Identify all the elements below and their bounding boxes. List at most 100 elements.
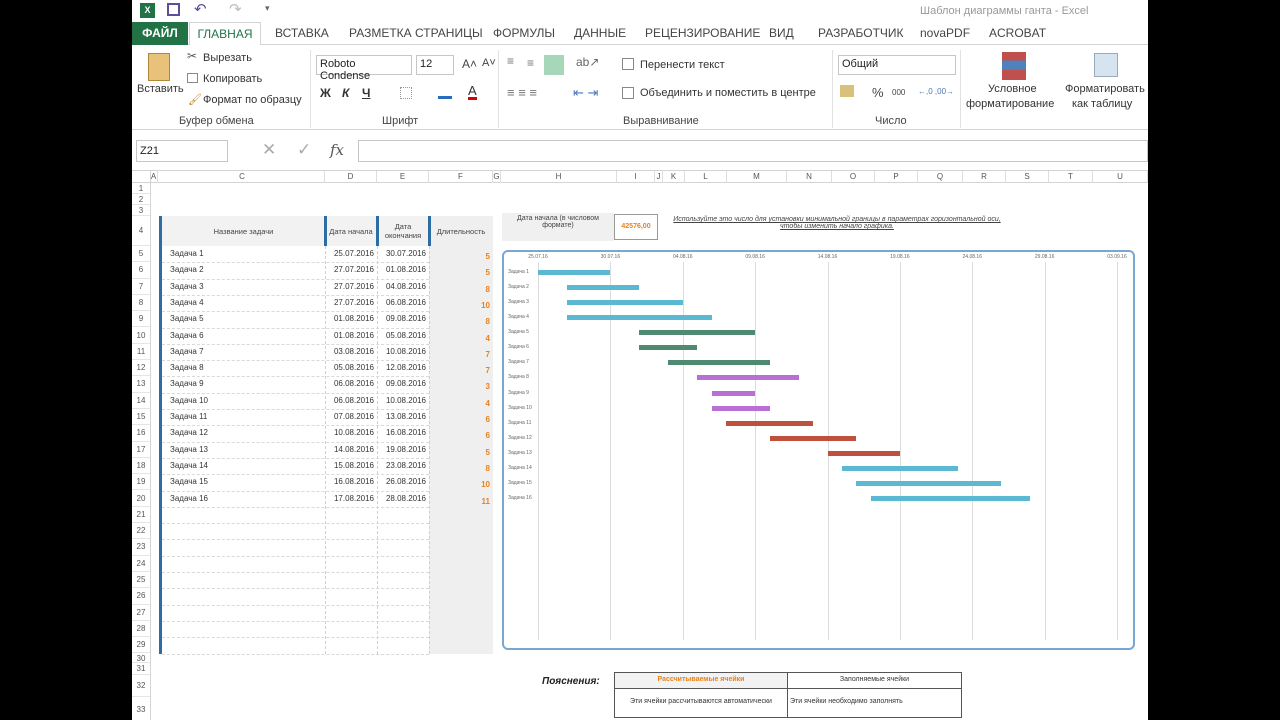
row-header-27[interactable]: 27 [132, 604, 150, 621]
save-icon[interactable] [167, 3, 180, 16]
column-header-C[interactable]: C [160, 171, 325, 183]
increase-font-icon[interactable]: A˄ [462, 57, 477, 71]
start-date-cell[interactable]: 27.07.2016 [325, 298, 374, 307]
tab-data[interactable]: ДАННЫЕ [574, 26, 626, 40]
font-color-icon[interactable]: A [468, 84, 477, 100]
tab-view[interactable]: ВИД [769, 26, 794, 40]
end-date-cell[interactable]: 06.08.2016 [377, 298, 426, 307]
row-header-8[interactable]: 8 [132, 294, 150, 312]
column-header-P[interactable]: P [875, 171, 918, 183]
task-name-cell[interactable]: Задача 3 [170, 282, 204, 291]
row-header-12[interactable]: 12 [132, 360, 150, 377]
font-name-select[interactable]: Roboto Condense [316, 55, 412, 82]
column-header-L[interactable]: L [685, 171, 727, 183]
row-header-13[interactable]: 13 [132, 376, 150, 393]
end-date-cell[interactable]: 28.08.2016 [377, 494, 426, 503]
row-header-25[interactable]: 25 [132, 572, 150, 589]
task-name-cell[interactable]: Задача 2 [170, 265, 204, 274]
row-header-18[interactable]: 18 [132, 457, 150, 475]
task-name-cell[interactable]: Задача 14 [170, 461, 208, 470]
end-date-cell[interactable]: 23.08.2016 [377, 461, 426, 470]
tab-insert[interactable]: ВСТАВКА [275, 26, 329, 40]
end-date-cell[interactable]: 05.08.2016 [377, 331, 426, 340]
task-name-cell[interactable]: Задача 11 [170, 412, 207, 421]
start-date-cell[interactable]: 07.08.2016 [325, 412, 374, 421]
task-name-cell[interactable]: Задача 4 [170, 298, 204, 307]
row-header-2[interactable]: 2 [132, 194, 150, 205]
row-header-16[interactable]: 16 [132, 425, 150, 442]
end-date-cell[interactable]: 13.08.2016 [377, 412, 426, 421]
enter-icon[interactable]: ✓ [297, 140, 311, 160]
end-date-cell[interactable]: 09.08.2016 [377, 314, 426, 323]
column-header-H[interactable]: H [501, 171, 617, 183]
start-date-cell[interactable]: 27.07.2016 [325, 265, 374, 274]
row-header-5[interactable]: 5 [132, 246, 150, 263]
task-name-cell[interactable]: Задача 8 [170, 363, 204, 372]
end-date-cell[interactable]: 16.08.2016 [377, 428, 426, 437]
conditional-formatting-label[interactable]: форматирование [966, 98, 1054, 110]
format-as-table-button[interactable]: Форматировать [1065, 83, 1145, 95]
row-header-17[interactable]: 17 [132, 441, 150, 458]
end-date-cell[interactable]: 01.08.2016 [377, 265, 426, 274]
column-header-F[interactable]: F [429, 171, 493, 183]
task-name-cell[interactable]: Задача 5 [170, 314, 204, 323]
underline-button[interactable]: Ч [362, 86, 370, 100]
end-date-cell[interactable]: 30.07.2016 [377, 249, 426, 258]
merge-center-button[interactable]: Объединить и поместить в центре [640, 87, 816, 99]
start-date-cell[interactable]: 01.08.2016 [325, 314, 374, 323]
end-date-cell[interactable]: 04.08.2016 [377, 282, 426, 291]
column-header-R[interactable]: R [963, 171, 1006, 183]
column-header-Q[interactable]: Q [918, 171, 963, 183]
thousands-button[interactable]: 000 [892, 88, 905, 97]
column-header-E[interactable]: E [377, 171, 429, 183]
row-header-22[interactable]: 22 [132, 523, 150, 540]
borders-icon[interactable] [400, 87, 412, 99]
task-name-cell[interactable]: Задача 12 [170, 428, 208, 437]
end-date-cell[interactable]: 10.08.2016 [377, 347, 426, 356]
column-header-D[interactable]: D [325, 171, 377, 183]
task-name-cell[interactable]: Задача 15 [170, 477, 208, 486]
name-box[interactable]: Z21 [136, 140, 228, 162]
align-middle-icon[interactable]: ≡ [527, 56, 534, 70]
font-size-select[interactable]: 12 [416, 55, 454, 75]
end-date-cell[interactable]: 26.08.2016 [377, 477, 426, 486]
italic-button[interactable]: К [342, 86, 349, 100]
currency-icon[interactable] [840, 85, 854, 97]
start-date-cell[interactable]: 16.08.2016 [325, 477, 374, 486]
tab-review[interactable]: РЕЦЕНЗИРОВАНИЕ [645, 26, 760, 40]
start-date-cell[interactable]: 01.08.2016 [325, 331, 374, 340]
row-header-4[interactable]: 4 [132, 216, 150, 246]
decimal-icons[interactable]: ←,0 ,00→ [918, 87, 954, 96]
start-date-cell[interactable]: 06.08.2016 [325, 379, 374, 388]
fill-color-icon[interactable] [438, 87, 452, 99]
task-name-cell[interactable]: Задача 1 [170, 249, 204, 258]
task-name-cell[interactable]: Задача 16 [170, 494, 208, 503]
row-header-7[interactable]: 7 [132, 278, 150, 295]
end-date-cell[interactable]: 19.08.2016 [377, 445, 426, 454]
column-header-J[interactable]: J [655, 171, 663, 183]
number-format-select[interactable]: Общий [838, 55, 956, 75]
format-painter-button[interactable]: Формат по образцу [203, 94, 302, 106]
task-name-cell[interactable]: Задача 13 [170, 445, 208, 454]
formula-input[interactable] [358, 140, 1148, 162]
start-date-cell[interactable]: 25.07.2016 [325, 249, 374, 258]
indent-icon[interactable]: ⇤ ⇥ [573, 85, 598, 101]
tab-file[interactable]: ФАЙЛ [132, 22, 188, 45]
row-header-30[interactable]: 30 [132, 653, 150, 663]
cut-button[interactable]: Вырезать [203, 52, 252, 64]
tab-page-layout[interactable]: РАЗМЕТКА СТРАНИЦЫ [349, 26, 483, 40]
row-header-15[interactable]: 15 [132, 409, 150, 426]
row-header-24[interactable]: 24 [132, 555, 150, 572]
decrease-font-icon[interactable]: A˅ [482, 57, 496, 69]
row-header-20[interactable]: 20 [132, 490, 150, 507]
column-header-O[interactable]: O [832, 171, 875, 183]
row-header-29[interactable]: 29 [132, 637, 150, 654]
column-header-N[interactable]: N [787, 171, 832, 183]
tab-home[interactable]: ГЛАВНАЯ [189, 22, 261, 46]
row-header-23[interactable]: 23 [132, 539, 150, 556]
align-left-icon[interactable]: ≡ ≡ ≡ [507, 85, 537, 100]
copy-button[interactable]: Копировать [203, 73, 262, 85]
customize-qat-icon[interactable]: ▾ [265, 3, 270, 14]
start-numeric-value[interactable]: 42576,00 [614, 214, 658, 240]
row-header-28[interactable]: 28 [132, 620, 150, 638]
